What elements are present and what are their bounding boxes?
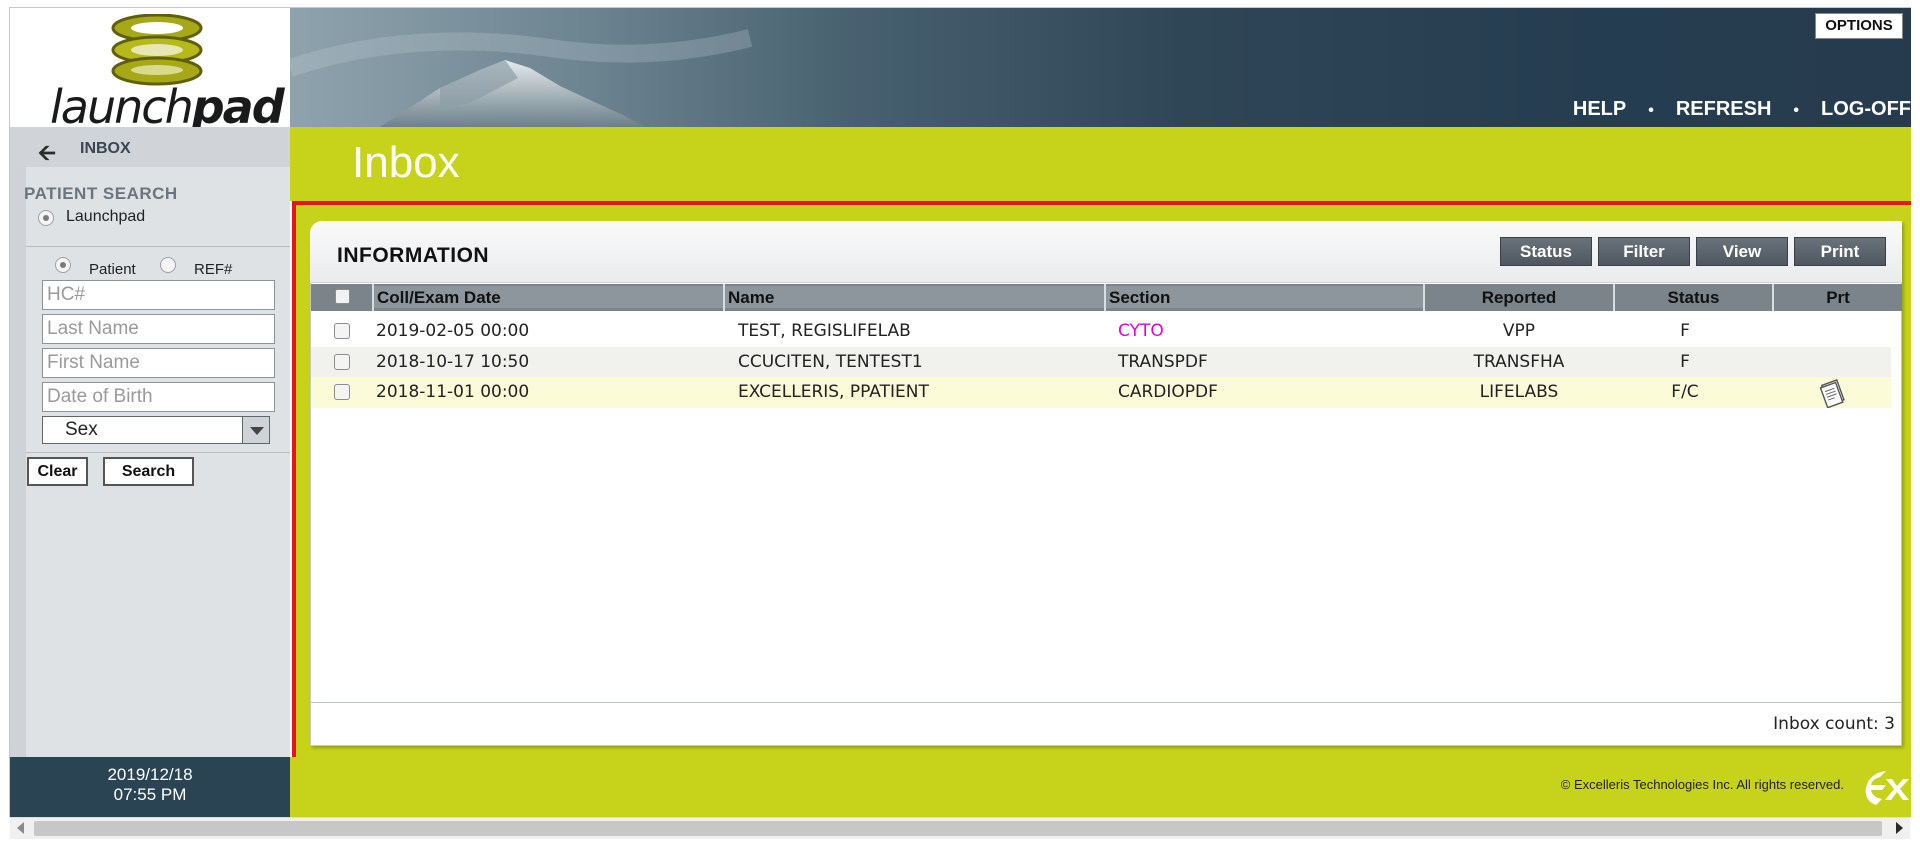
first-name-field[interactable]: First Name: [42, 348, 275, 378]
help-link[interactable]: HELP: [1573, 98, 1626, 120]
page-title: Inbox: [352, 138, 460, 187]
excelleris-logo-icon: [1865, 771, 1909, 805]
row-date: 2018-11-01 00:00: [376, 382, 530, 402]
sidebar-edge: [10, 127, 26, 757]
search-button[interactable]: Search: [103, 457, 194, 486]
clear-button[interactable]: Clear: [27, 457, 88, 486]
row-reported: VPP: [1502, 321, 1536, 341]
row-section: TRANSPDF: [1118, 352, 1208, 372]
last-name-field[interactable]: Last Name: [42, 314, 275, 344]
table-footer-divider: [311, 702, 1902, 703]
scroll-left-icon[interactable]: [17, 822, 24, 834]
column-header-prt[interactable]: Prt: [1774, 284, 1902, 311]
date-of-birth-field[interactable]: Date of Birth: [42, 382, 275, 412]
column-header-status[interactable]: Status: [1615, 284, 1772, 311]
red-border-top: [292, 201, 1911, 205]
launchpad-app: launchpad OPTIONS HELP • REFRESH • LOG-OFF 🡨…: [0, 0, 1920, 849]
current-time: 07:55 PM: [113, 785, 187, 804]
current-date: 2019/12/18: [107, 765, 193, 784]
launchpad-radio[interactable]: [38, 210, 54, 226]
refresh-link[interactable]: REFRESH: [1676, 98, 1772, 120]
column-header-date[interactable]: Coll/Exam Date: [377, 284, 501, 311]
row-status: F: [1680, 321, 1690, 341]
row-name: TEST, REGISLIFELAB: [738, 321, 911, 341]
panel-title: INFORMATION: [337, 244, 490, 267]
column-divider: [1104, 284, 1106, 311]
column-header-reported[interactable]: Reported: [1425, 284, 1613, 311]
printed-report-icon[interactable]: [1818, 378, 1848, 408]
select-all-checkbox[interactable]: [335, 289, 350, 304]
row-date: 2018-10-17 10:50: [376, 352, 530, 372]
row-reported: TRANSFHA: [1473, 352, 1565, 372]
back-arrow-icon: 🡨: [38, 141, 56, 166]
launchpad-logo: launchpad: [10, 8, 290, 134]
hc-number-field[interactable]: HC#: [42, 280, 275, 310]
row-section: CYTO: [1118, 321, 1164, 341]
header-banner: OPTIONS HELP • REFRESH • LOG-OFF: [290, 8, 1911, 127]
view-button[interactable]: View: [1696, 237, 1788, 266]
launchpad-rings-icon: [111, 14, 203, 86]
column-header-section[interactable]: Section: [1109, 284, 1170, 311]
sidebar-divider: [26, 452, 290, 453]
row-checkbox[interactable]: [334, 323, 350, 339]
inbox-back-label: INBOX: [80, 140, 131, 157]
title-bar: [290, 127, 1911, 201]
column-header-name[interactable]: Name: [728, 284, 774, 311]
inbox-count: Inbox count: 3: [1773, 714, 1895, 734]
red-border-left: [292, 201, 296, 757]
scroll-right-icon[interactable]: [1896, 822, 1903, 834]
column-header-bg: [725, 286, 1104, 308]
patient-radio[interactable]: [55, 257, 71, 273]
inbox-back-button[interactable]: 🡨 INBOX: [10, 127, 290, 167]
row-status: F: [1680, 352, 1690, 372]
ref-radio-label: REF#: [194, 261, 233, 278]
patient-radio-label: Patient: [89, 261, 136, 278]
row-name: CCUCITEN, TENTEST1: [738, 352, 923, 372]
chevron-down-icon[interactable]: [242, 416, 270, 444]
launchpad-radio-label: Launchpad: [66, 208, 146, 225]
row-reported: LIFELABS: [1479, 382, 1559, 402]
nav-separator: •: [1793, 102, 1800, 119]
row-date: 2019-02-05 00:00: [376, 321, 530, 341]
filter-button[interactable]: Filter: [1598, 237, 1690, 266]
logo-wordmark: launchpad: [50, 80, 285, 134]
column-divider: [372, 284, 374, 311]
date-time-display: 2019/12/18 07:55 PM: [10, 757, 290, 817]
options-button[interactable]: OPTIONS: [1815, 13, 1903, 39]
nav-separator: •: [1648, 102, 1654, 119]
row-section: CARDIOPDF: [1118, 382, 1218, 402]
copyright-text: © Excelleris Technologies Inc. All right…: [1560, 777, 1844, 792]
row-checkbox[interactable]: [334, 384, 350, 400]
log-off-link[interactable]: LOG-OFF: [1821, 98, 1911, 120]
sex-select[interactable]: Sex: [42, 416, 270, 444]
row-status: F/C: [1671, 382, 1699, 402]
print-button[interactable]: Print: [1794, 237, 1886, 266]
row-checkbox[interactable]: [334, 354, 350, 370]
row-name: EXCELLERIS, PPATIENT: [738, 382, 929, 402]
scrollbar-thumb[interactable]: [34, 821, 1882, 836]
status-button[interactable]: Status: [1500, 237, 1592, 266]
patient-search-title: PATIENT SEARCH: [24, 184, 178, 203]
column-divider: [723, 284, 725, 311]
ref-radio[interactable]: [160, 257, 176, 273]
top-nav-links: HELP • REFRESH • LOG-OFF: [1573, 98, 1911, 121]
sidebar-divider: [26, 246, 290, 247]
